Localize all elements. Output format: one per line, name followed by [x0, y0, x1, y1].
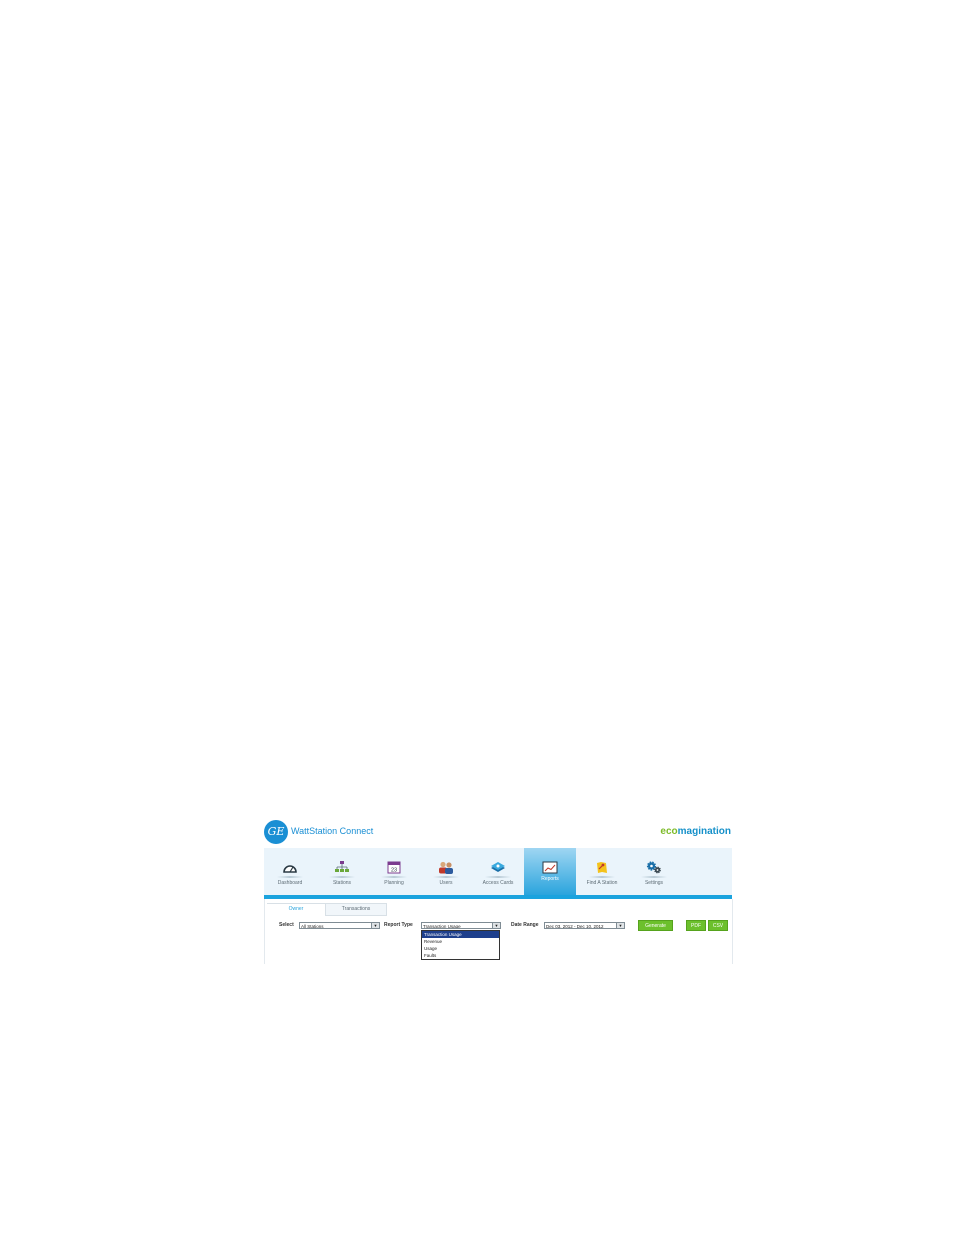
map-icon	[597, 862, 607, 873]
nav-icon-shadow	[589, 876, 615, 878]
gauge-icon	[283, 865, 297, 873]
nav-label: Planning	[384, 880, 404, 886]
nav-icon-shadow	[485, 876, 511, 878]
brand-eco: eco	[660, 826, 678, 837]
report-type-select[interactable]: Transaction Usage ▼	[421, 922, 501, 929]
report-type-dropdown: Transaction Usage Revenue Usage Faults	[421, 930, 500, 960]
station-select[interactable]: All Stations ▼	[299, 922, 380, 929]
nav-icon-shadow	[329, 876, 355, 878]
main-nav: Dashboard Stations 23 Planning Users Acc…	[264, 848, 732, 895]
cards-icon	[491, 862, 505, 872]
brand-rest: magination	[677, 826, 731, 837]
calendar-icon: 23	[387, 861, 401, 874]
option-transaction-usage[interactable]: Transaction Usage	[422, 931, 499, 938]
nav-item-access-cards[interactable]: Access Cards	[472, 856, 524, 895]
nav-item-settings[interactable]: Settings	[628, 856, 680, 895]
gear-icon	[646, 861, 661, 874]
select-label: Select	[279, 922, 294, 928]
station-select-value: All Stations	[301, 924, 324, 929]
option-faults[interactable]: Faults	[422, 952, 499, 959]
nav-item-reports[interactable]: Reports	[524, 848, 576, 895]
nav-label: Users	[439, 880, 453, 886]
report-type-label: Report Type	[384, 922, 413, 928]
date-range-select[interactable]: Dec 03, 2012 - Dec 10, 2012 ▼	[544, 922, 625, 929]
nav-item-find-a-station[interactable]: Find A Station	[576, 856, 628, 895]
date-range-value: Dec 03, 2012 - Dec 10, 2012	[546, 924, 604, 929]
nav-item-dashboard[interactable]: Dashboard	[264, 856, 316, 895]
pdf-button[interactable]: PDF	[686, 920, 706, 931]
chevron-down-icon: ▼	[492, 923, 500, 928]
nav-icon-shadow	[641, 876, 667, 878]
calendar-day: 23	[391, 868, 397, 874]
ecomagination-logo: ecomagination	[660, 826, 731, 837]
nav-label: Settings	[644, 880, 664, 886]
wattstation-app: GE WattStation Connect ecomagination Das…	[264, 816, 733, 964]
option-revenue[interactable]: Revenue	[422, 938, 499, 945]
nav-icon-shadow	[433, 876, 459, 878]
app-title: WattStation Connect	[291, 826, 374, 836]
nav-item-stations[interactable]: Stations	[316, 856, 368, 895]
chevron-down-icon: ▼	[616, 923, 624, 928]
ge-logo: GE	[264, 820, 288, 844]
generate-button[interactable]: Generate	[638, 920, 673, 931]
report-panel: Owner Transactions Select All Stations ▼…	[264, 899, 733, 964]
nav-label: Find A Station	[586, 880, 618, 886]
nav-icon-shadow	[277, 876, 303, 878]
report-icon	[542, 861, 558, 874]
nav-item-planning[interactable]: 23 Planning	[368, 856, 420, 895]
tab-transactions[interactable]: Transactions	[325, 903, 387, 916]
nav-label: Dashboard	[277, 880, 303, 886]
nav-label: Reports	[541, 876, 559, 882]
users-icon	[439, 861, 453, 874]
date-range-label: Date Range	[511, 922, 539, 928]
option-usage[interactable]: Usage	[422, 945, 499, 952]
chevron-down-icon: ▼	[371, 923, 379, 928]
nav-item-users[interactable]: Users	[420, 856, 472, 895]
csv-button[interactable]: CSV	[708, 920, 728, 931]
tab-owner[interactable]: Owner	[267, 903, 325, 915]
nav-icon-shadow	[381, 876, 407, 878]
network-icon	[335, 861, 349, 872]
nav-label: Stations	[332, 880, 352, 886]
nav-label: Access Cards	[482, 880, 514, 886]
report-type-value: Transaction Usage	[423, 924, 461, 929]
